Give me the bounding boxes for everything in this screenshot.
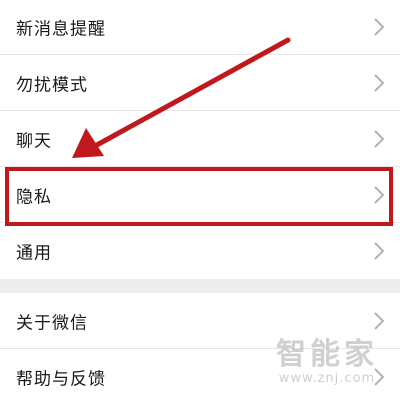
settings-item-label: 勿扰模式 bbox=[16, 75, 88, 95]
settings-item-label: 关于微信 bbox=[16, 313, 88, 333]
chevron-right-icon bbox=[374, 368, 385, 386]
settings-list: 新消息提醒 勿扰模式 聊天 隐私 通用 关于微信 帮助与反馈 bbox=[0, 0, 400, 405]
chevron-right-icon bbox=[374, 73, 385, 92]
chevron-right-icon bbox=[374, 242, 385, 260]
chevron-right-icon bbox=[374, 185, 385, 204]
settings-item-help-feedback[interactable]: 帮助与反馈 bbox=[0, 349, 400, 405]
chevron-right-icon bbox=[374, 18, 385, 36]
settings-group-2: 关于微信 帮助与反馈 bbox=[0, 293, 400, 405]
settings-item-chat[interactable]: 聊天 bbox=[0, 111, 400, 167]
settings-item-do-not-disturb[interactable]: 勿扰模式 bbox=[0, 55, 400, 111]
settings-item-new-message-notification[interactable]: 新消息提醒 bbox=[0, 0, 400, 55]
settings-item-label: 新消息提醒 bbox=[16, 19, 106, 40]
settings-item-label: 隐私 bbox=[16, 187, 52, 207]
settings-item-label: 聊天 bbox=[16, 131, 52, 151]
chevron-right-icon bbox=[374, 311, 385, 330]
settings-item-general[interactable]: 通用 bbox=[0, 223, 400, 279]
chevron-right-icon bbox=[374, 129, 385, 148]
settings-item-label: 帮助与反馈 bbox=[16, 369, 106, 390]
settings-group-1: 新消息提醒 勿扰模式 聊天 隐私 通用 bbox=[0, 0, 400, 279]
settings-item-privacy[interactable]: 隐私 bbox=[0, 167, 400, 223]
settings-item-label: 通用 bbox=[16, 243, 52, 264]
section-divider bbox=[0, 279, 400, 293]
settings-item-about-wechat[interactable]: 关于微信 bbox=[0, 293, 400, 349]
